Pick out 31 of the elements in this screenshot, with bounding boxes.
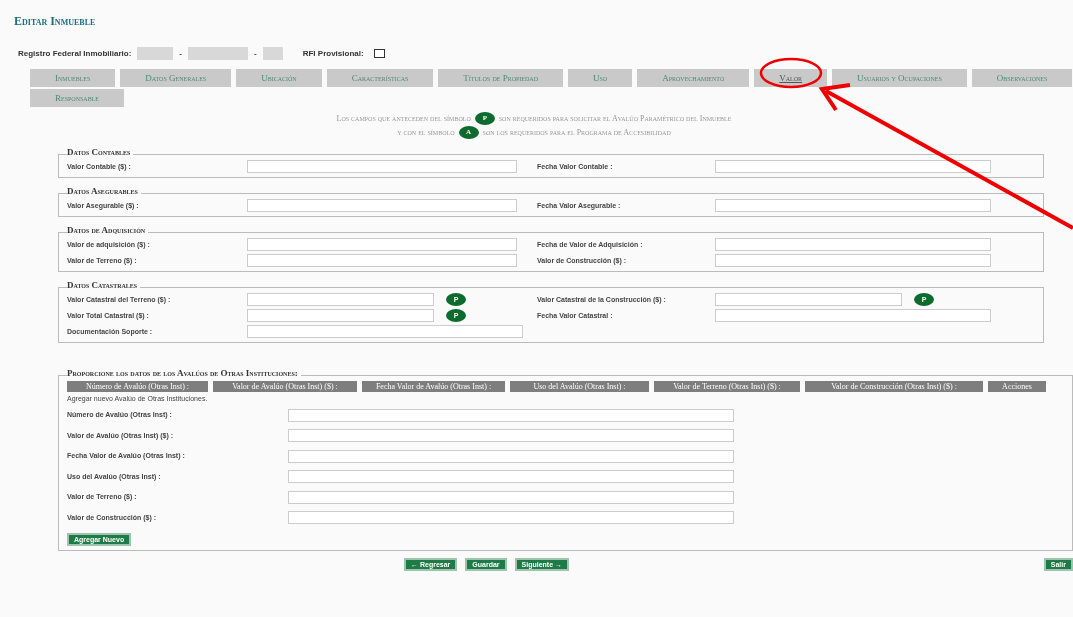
tab[interactable]: Inmuebles — [30, 69, 116, 87]
tab[interactable]: Uso — [568, 69, 633, 87]
section-title: Datos de Adquisición — [67, 225, 149, 235]
column-header: Valor de Construcción (Otras Inst) ($) : — [805, 381, 983, 392]
column-header: Valor de Terreno (Otras Inst) ($) : — [654, 381, 800, 392]
tab[interactable]: Usuarios y Ocupaciones — [832, 69, 967, 87]
section-title: Datos Asegurables — [67, 186, 141, 196]
column-header: Fecha Valor de Avalúo (Otras Inst) : — [362, 381, 505, 392]
section-title: Datos Catastrales — [67, 280, 141, 290]
section-title: Datos Contables — [67, 147, 134, 157]
field-label: Registro Federal Inmobiliario: — [18, 49, 132, 58]
column-header: Acciones — [988, 381, 1046, 392]
column-header: Número de Avalúo (Otras Inst) : — [67, 381, 208, 392]
section-title: Proporcione los datos de los Avalúos de Otras Instituciones: — [67, 368, 301, 378]
field-label: RFI Provisional: — [302, 49, 364, 58]
column-header: Uso del Avalúo (Otras Inst) : — [510, 381, 649, 392]
tab[interactable]: Observaciones — [971, 69, 1073, 87]
note-text: son requeridos para solicitar el Avalúo Paramétrico del Inmueble — [498, 113, 732, 123]
tab[interactable]: Datos Generales — [120, 69, 232, 87]
separator-text: - — [254, 49, 257, 58]
separator-text: - — [179, 49, 183, 58]
note-text: son los requeridos para el Programa de Accesibilidad — [482, 127, 671, 137]
tab[interactable]: Aprovechamiento — [637, 69, 750, 87]
page-title: Editar Inmueble — [14, 14, 97, 29]
column-header: Valor de Avalúo (Otras Inst) ($) : — [213, 381, 357, 392]
tab[interactable]: Características — [326, 69, 434, 87]
tab[interactable]: Ubicación — [236, 69, 322, 87]
tab[interactable]: Responsable — [30, 89, 124, 107]
tab[interactable]: Títulos de Propiedad — [438, 69, 564, 87]
note-text: y con el símbolo — [397, 127, 455, 137]
note-text: Los campos que anteceden del símbolo — [336, 113, 471, 123]
